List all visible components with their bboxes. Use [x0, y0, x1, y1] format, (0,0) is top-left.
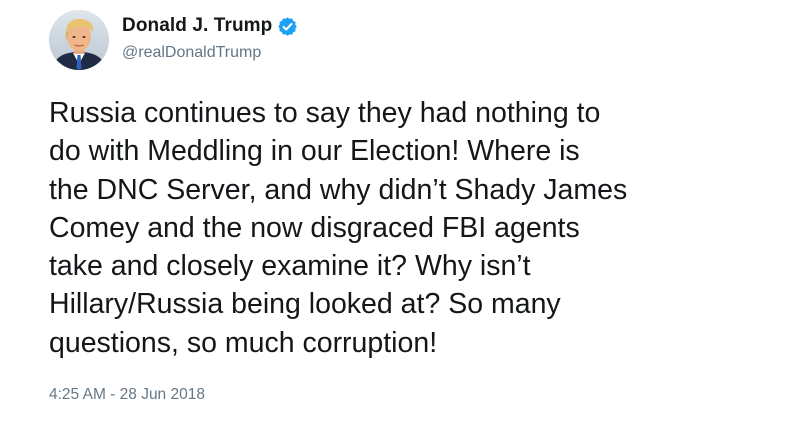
avatar-photo — [49, 10, 109, 70]
avatar[interactable] — [49, 10, 109, 70]
tweet-timestamp[interactable]: 4:25 AM - 28 Jun 2018 — [49, 386, 205, 404]
display-name-row: Donald J. Trump — [122, 13, 298, 39]
user-handle[interactable]: @realDonaldTrump — [122, 44, 298, 62]
tweet-text: Russia continues to say they had nothing… — [49, 97, 628, 359]
verified-badge-icon — [277, 16, 298, 37]
tweet-card: Donald J. Trump @realDonaldTrump Russia … — [0, 0, 800, 422]
user-info: Donald J. Trump @realDonaldTrump — [122, 13, 298, 62]
display-name[interactable]: Donald J. Trump — [122, 15, 272, 37]
